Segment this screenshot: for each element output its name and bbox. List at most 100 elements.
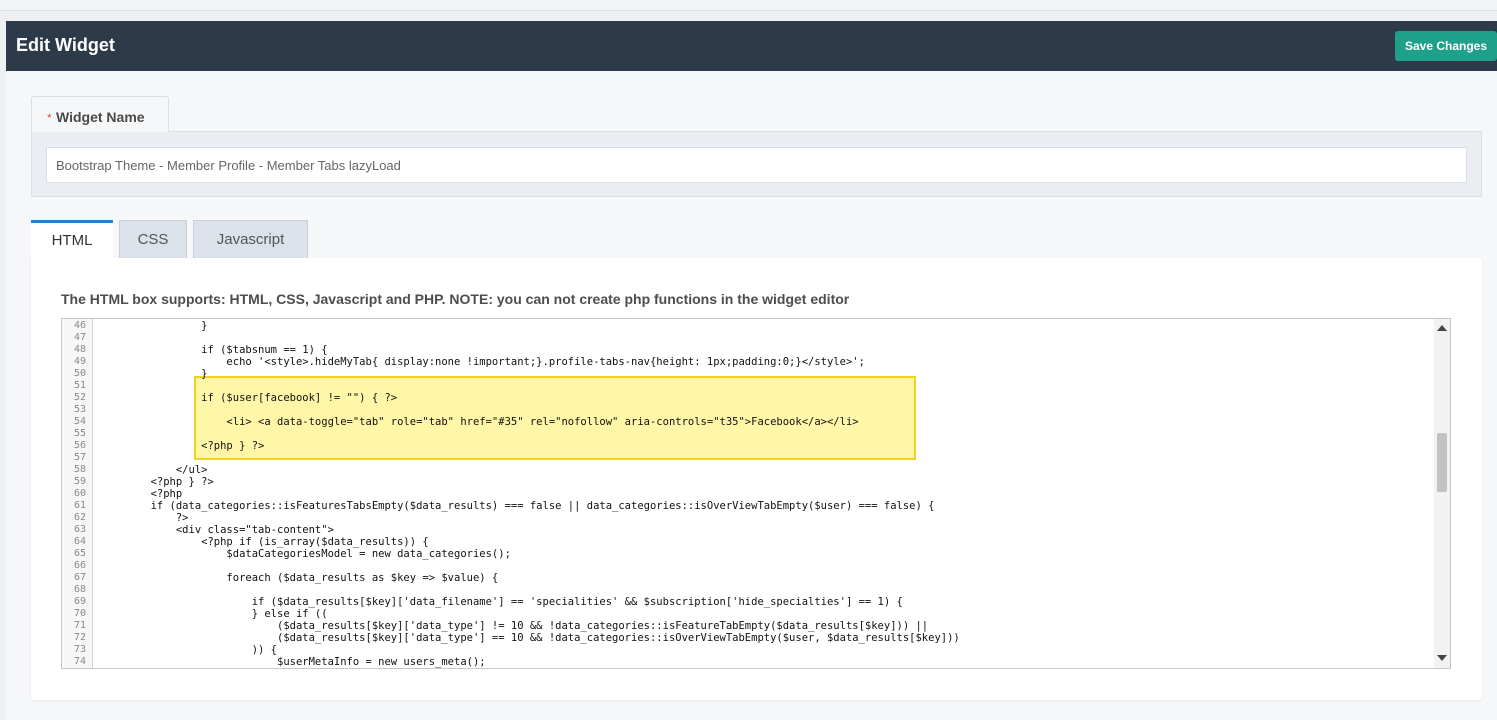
code-line: 47 [62,332,1432,344]
code-line: 48 if ($tabsnum == 1) { [62,344,1432,356]
save-changes-button[interactable]: Save Changes [1395,31,1497,61]
code-text: <?php } ?> [100,476,214,488]
code-text: $dataCategoriesModel = new data_categori… [100,548,511,560]
line-number: 54 [73,416,86,427]
code-editor[interactable]: 46 } 47 48 if ($tabsnum == 1) {49 echo '<s… [61,318,1451,669]
line-number: 60 [73,488,86,499]
code-text: <div class="tab-content"> [100,524,334,536]
code-text: <?php if (is_array($data_results)) { [100,536,429,548]
line-number: 64 [73,536,86,547]
editor-scrollbar[interactable] [1434,319,1450,668]
line-number: 57 [73,452,86,463]
code-lines: 46 } 47 48 if ($tabsnum == 1) {49 echo '<s… [62,320,1432,668]
code-text: </ul> [100,464,208,476]
line-number: 65 [73,548,86,559]
top-strip [0,0,1497,11]
line-number: 55 [73,428,86,439]
code-text: if ($data_results[$key]['data_filename']… [100,596,903,608]
line-number: 71 [73,620,86,631]
line-number: 59 [73,476,86,487]
code-text: if ($tabsnum == 1) { [100,344,328,356]
editor-panel: * Widget Name HTML CSS Javascript The HT… [6,71,1497,720]
html-tab-content: The HTML box supports: HTML, CSS, Javasc… [31,258,1482,700]
line-number: 66 [73,560,86,571]
line-number: 56 [73,440,86,451]
code-line: 57 [62,452,1432,464]
line-number: 58 [73,464,86,475]
code-text: } [100,320,208,332]
code-line: 59 <?php } ?> [62,476,1432,488]
code-line: 66 [62,560,1432,572]
code-text: if (data_categories::isFeaturesTabsEmpty… [100,500,935,512]
line-number: 63 [73,524,86,535]
tab-css[interactable]: CSS [119,220,187,258]
widget-name-box [31,131,1482,197]
code-line: 61 if (data_categories::isFeaturesTabsEm… [62,500,1432,512]
line-number: 52 [73,392,86,403]
code-text: ?> [100,512,189,524]
line-number: 50 [73,368,86,379]
code-line: 51 [62,380,1432,392]
code-line: 55 [62,428,1432,440]
line-number: 73 [73,644,86,655]
code-text: )) { [100,644,278,656]
code-line: 60 <?php [62,488,1432,500]
code-line: 67 foreach ($data_results as $key => $va… [62,572,1432,584]
code-line: 65 $dataCategoriesModel = new data_categ… [62,548,1432,560]
widget-name-input[interactable] [46,147,1467,183]
tab-javascript[interactable]: Javascript [193,220,308,258]
code-line: 74 $userMetaInfo = new users_meta(); [62,656,1432,668]
line-number: 46 [73,320,86,331]
code-line: 64 <?php if (is_array($data_results)) { [62,536,1432,548]
code-line: 73 )) { [62,644,1432,656]
code-line: 70 } else if (( [62,608,1432,620]
code-text: <li> <a data-toggle="tab" role="tab" hre… [100,416,859,428]
line-number: 61 [73,500,86,511]
line-number: 47 [73,332,86,343]
line-number: 68 [73,584,86,595]
code-line: 52 if ($user[facebook] != "") { ?> [62,392,1432,404]
line-number: 53 [73,404,86,415]
code-text: <?php [100,488,183,500]
code-text: $userMetaInfo = new users_meta(); [100,656,486,668]
code-text: <?php } ?> [100,440,265,452]
code-text: echo '<style>.hideMyTab{ display:none !i… [100,356,865,368]
line-number: 70 [73,608,86,619]
code-line: 69 if ($data_results[$key]['data_filenam… [62,596,1432,608]
scroll-thumb[interactable] [1437,433,1447,492]
code-text: foreach ($data_results as $key => $value… [100,572,499,584]
code-text: ($data_results[$key]['data_type'] != 10 … [100,620,929,632]
editor-help-text: The HTML box supports: HTML, CSS, Javasc… [61,291,850,307]
tab-html[interactable]: HTML [31,220,113,259]
code-line: 72 ($data_results[$key]['data_type'] == … [62,632,1432,644]
line-number: 72 [73,632,86,643]
code-text: } [100,368,208,380]
widget-name-tab: * Widget Name [31,96,169,132]
code-line: 56 <?php } ?> [62,440,1432,452]
edit-widget-header: Edit Widget Save Changes [6,21,1497,71]
code-line: 54 <li> <a data-toggle="tab" role="tab" … [62,416,1432,428]
page-title: Edit Widget [16,35,115,55]
line-number: 74 [73,656,86,667]
scroll-down-arrow-icon[interactable] [1437,655,1447,661]
widget-name-label: Widget Name [56,109,145,125]
code-text: if ($user[facebook] != "") { ?> [100,392,398,404]
code-line: 46 } [62,320,1432,332]
code-line: 71 ($data_results[$key]['data_type'] != … [62,620,1432,632]
code-text: } else if (( [100,608,328,620]
required-mark: * [47,111,52,125]
line-number: 69 [73,596,86,607]
line-number: 62 [73,512,86,523]
code-line: 50 } [62,368,1432,380]
code-line: 68 [62,584,1432,596]
line-number: 51 [73,380,86,391]
code-line: 63 <div class="tab-content"> [62,524,1432,536]
code-text: ($data_results[$key]['data_type'] == 10 … [100,632,960,644]
code-line: 49 echo '<style>.hideMyTab{ display:none… [62,356,1432,368]
code-line: 58 </ul> [62,464,1432,476]
line-number: 67 [73,572,86,583]
line-number: 49 [73,356,86,367]
code-line: 53 [62,404,1432,416]
scroll-up-arrow-icon[interactable] [1437,325,1447,331]
code-line: 62 ?> [62,512,1432,524]
